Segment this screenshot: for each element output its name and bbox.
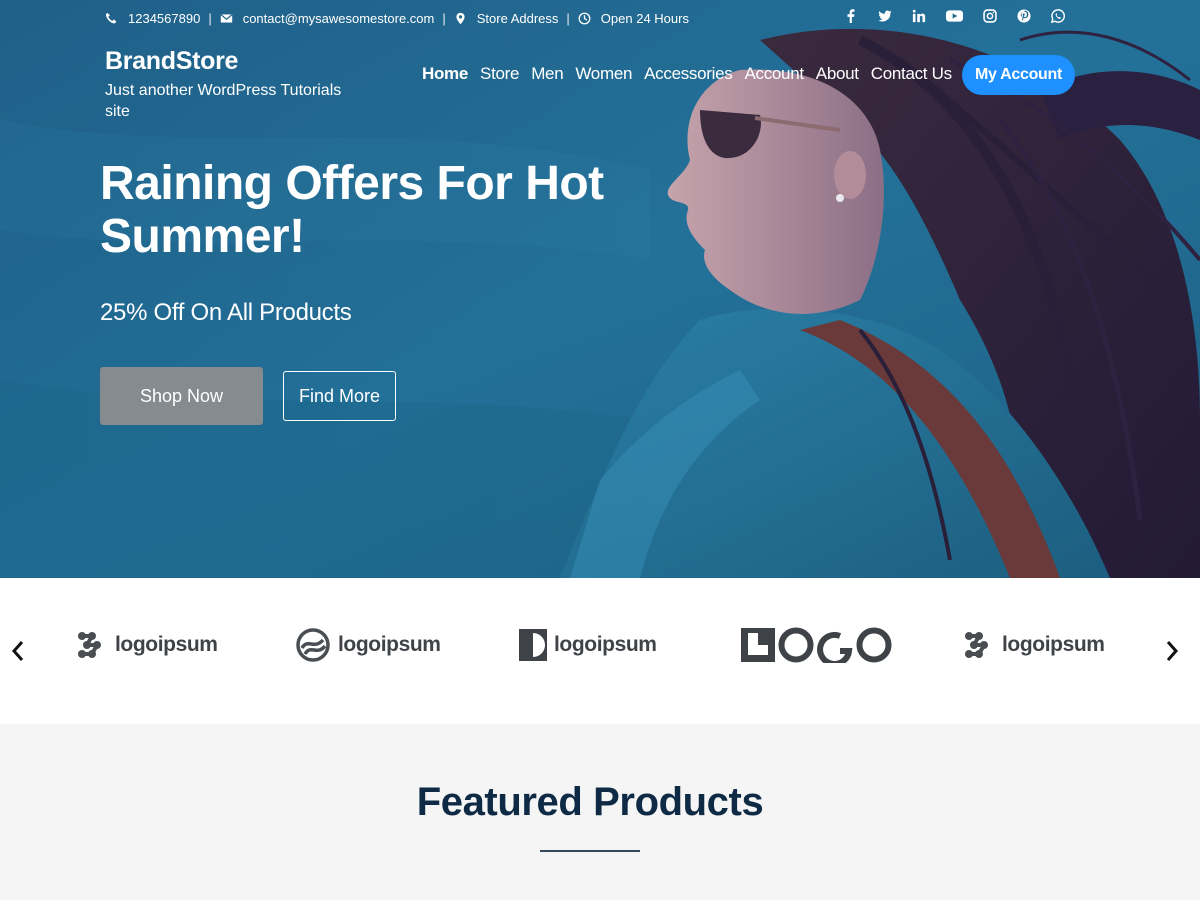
youtube-icon[interactable] [946, 9, 963, 23]
brand-logo[interactable]: logoipsum [518, 623, 657, 667]
logo-mark-icon [78, 632, 101, 658]
address-contact[interactable]: Store Address [454, 10, 559, 26]
logo-text: LOGO [740, 623, 741, 624]
logo-wordmark-icon [741, 627, 892, 663]
pinterest-icon[interactable] [1017, 9, 1031, 23]
featured-products-heading: Featured Products [416, 780, 764, 824]
whatsapp-icon[interactable] [1051, 9, 1065, 23]
logo-mark-icon [296, 628, 330, 662]
brand-logo[interactable]: LOGO [740, 623, 892, 667]
store-address: Store Address [476, 10, 559, 26]
nav-item-account[interactable]: Account [744, 64, 804, 84]
nav-item-store[interactable]: Store [480, 64, 519, 84]
my-account-button[interactable]: My Account [962, 55, 1075, 95]
main-navigation: Home Store Men Women Accessories Account… [422, 64, 952, 84]
map-pin-icon [456, 12, 465, 24]
nav-item-accessories[interactable]: Accessories [644, 64, 733, 84]
email-address: contact@mysawesomestore.com [242, 10, 435, 26]
phone-contact[interactable]: 1234567890 [105, 11, 200, 26]
envelope-icon [220, 13, 233, 23]
instagram-icon[interactable] [983, 9, 997, 23]
separator: | [442, 10, 446, 26]
phone-icon [105, 12, 117, 23]
shop-now-button[interactable]: Shop Now [100, 367, 263, 425]
featured-products-section: Featured Products [0, 724, 1200, 900]
heading-divider [540, 850, 640, 852]
phone-number: 1234567890 [128, 10, 201, 26]
nav-item-contact-us[interactable]: Contact Us [871, 64, 952, 84]
social-links [844, 9, 1065, 23]
logo-text: logoipsum [1002, 633, 1105, 656]
logo-text: logoipsum [115, 633, 218, 656]
linkedin-icon[interactable] [912, 9, 926, 23]
find-more-button[interactable]: Find More [283, 371, 396, 421]
store-hours: Open 24 Hours [600, 10, 689, 26]
hours-info: Open 24 Hours [578, 11, 689, 26]
nav-item-women[interactable]: Women [575, 64, 632, 84]
site-title[interactable]: BrandStore [105, 47, 355, 76]
twitter-icon[interactable] [878, 9, 892, 23]
facebook-icon[interactable] [844, 9, 858, 23]
nav-item-about[interactable]: About [816, 64, 859, 84]
email-contact[interactable]: contact@mysawesomestore.com [220, 10, 435, 26]
brand-logo[interactable]: logoipsum [962, 623, 1105, 667]
contact-bar: 1234567890 | contact@mysawesomestore.com… [105, 8, 689, 28]
hero-banner: 1234567890 | contact@mysawesomestore.com… [0, 0, 1200, 578]
nav-item-home[interactable]: Home [422, 64, 468, 84]
separator: | [566, 10, 570, 26]
hero-title: Raining Offers For Hot Summer! [100, 157, 604, 263]
logo-text: logoipsum [554, 633, 657, 656]
brand-logo[interactable]: logoipsum [75, 623, 218, 667]
hero-subtitle: 25% Off On All Products [100, 299, 352, 326]
clock-icon [578, 12, 591, 24]
site-tagline: Just another WordPress Tutorials site [105, 82, 342, 120]
brand-logo-carousel: logoipsum logoipsum logoipsum LOGO [0, 578, 1200, 724]
site-branding: BrandStore Just another WordPress Tutori… [105, 47, 355, 122]
logo-mark-icon [965, 632, 988, 658]
chevron-left-icon[interactable] [8, 636, 28, 666]
chevron-right-icon[interactable] [1162, 636, 1182, 666]
nav-item-men[interactable]: Men [531, 64, 563, 84]
brand-logo[interactable]: logoipsum [296, 623, 441, 667]
separator: | [208, 10, 212, 26]
logo-mark-icon [519, 629, 547, 661]
logo-text: logoipsum [338, 633, 441, 656]
